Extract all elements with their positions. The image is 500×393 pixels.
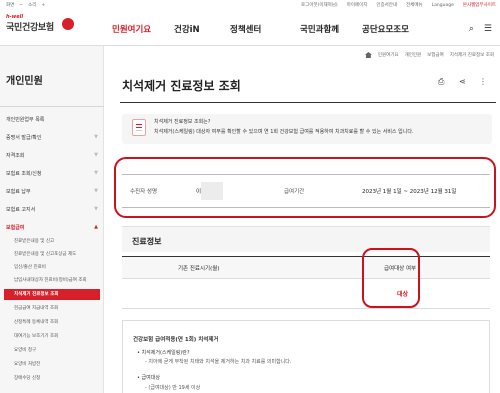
chevron-down-icon: ▼ [94,134,98,140]
table-header-row: 기존 진료시기(월) 급여대상 여부 [122,257,490,279]
column-header-period: 기존 진료시기(월) [178,266,220,272]
nav-item-together[interactable]: 국민과함께 [286,23,352,35]
utility-bar: 화면 − 소리 + 로그아웃(이재혁님) 마이페이지 인증서안내 전체메뉴 La… [0,0,500,10]
logo-mark-icon [62,18,74,30]
chevron-down-icon: ▼ [94,170,98,176]
treatment-table: 기존 진료시기(월) 급여대상 여부 대상 [122,256,490,309]
guide-box: 건강보험 급여적용(연 1회) 치석제거 • 치석제거(스케일링)란? - 치아… [122,320,490,393]
nav-item-civil[interactable]: 민원여기요 [112,23,164,35]
highlight-annotation [362,248,420,308]
sidebar-subitem[interactable]: 납입사내대상자 진료비(정비)급여 조회 [14,277,87,283]
font-size-label: 화면 [6,3,15,8]
info-heading: 치석제거 진료정보 조회는? [154,119,211,125]
nav-item-health-in[interactable]: 건강iN [164,23,220,35]
highlight-annotation [114,157,496,218]
site-link[interactable]: 본사웹업무사이트 [463,2,496,8]
sidebar-item-payment[interactable]: 보험료 납부 ▼ [6,188,98,195]
info-description: 치석제거(스케일링) 대상자 여부를 확인할 수 있으며 연 1회 건강보험 급… [154,129,414,135]
sidebar-item-benefit[interactable]: 보험급여 ▲ [6,224,98,231]
menu-icon[interactable]: ☰ [484,24,492,34]
sidebar-subitem[interactable]: 진료받은내용 및 신고포상금 제도 [14,251,76,257]
sidebar-subitem-active[interactable]: 치석제거 진료정보 조회 [4,289,100,300]
chevron-down-icon: ▼ [94,152,98,158]
breadcrumb-item[interactable]: 민원여기요 [378,52,399,58]
sidebar-subitem[interactable]: 대여기능 보조기기 조회 [14,333,58,339]
nav-item-policy[interactable]: 정책센터 [220,23,286,35]
sidebar-item-premium[interactable]: 보험료 조회/신청 ▼ [6,170,98,177]
more-menu-icon[interactable]: ⋮ [479,77,487,86]
breadcrumb-item[interactable]: 보험급여 [427,52,444,58]
info-box: 치석제거 진료정보 조회는? 치석제거(스케일링) 대상자 여부를 확인할 수 … [122,114,492,144]
sidebar-subitem[interactable]: 요양비 청구 [14,347,36,353]
guide-bullet: • 치석제거(스케일링)란? [137,350,190,356]
sidebar-title: 개인민원 [6,76,43,87]
font-increase-button[interactable]: + [41,3,45,8]
sidebar-subitem[interactable]: 임신/출산 진료비 [14,264,46,270]
page-title: 치석제거 진료정보 조회 [122,79,241,93]
logo-name: 국민건강보험 [6,23,54,33]
sidebar-item-bill[interactable]: 보험료 고지서 ▼ [6,206,98,213]
document-icon [132,119,146,136]
chevron-down-icon: ▼ [94,206,98,212]
all-menu-link[interactable]: 전체메뉴 [406,2,423,8]
sidebar-subitem[interactable]: 진료받은내용 및 신고 [14,238,54,244]
sidebar-subitem[interactable]: 현금급여 지급내역 조회 [14,305,58,311]
title-divider [120,102,496,103]
breadcrumb-item[interactable]: 개인민원 [405,52,422,58]
sidebar-divider [0,106,104,107]
section-header: 진료정보 [122,226,490,252]
breadcrumb: 민원여기요 개인민원 보험급여 치석제거 진료정보 조회 [364,52,494,58]
logout-link[interactable]: 로그아웃(이재혁님) [301,2,338,8]
mypage-link[interactable]: 마이페이지 [347,2,368,8]
home-icon[interactable] [364,52,372,58]
guide-description: - 치아에 굳게 부착된 치태와 치석을 제거하는 치과 치료를 의미합니다. [145,359,292,365]
sidebar: 개인민원 개인민원업무 목록 증명서 발급/확인 ▼ 자격조회 ▼ 보험료 조회/신… [0,46,104,393]
chevron-up-icon: ▲ [94,224,98,230]
sidebar-item-list[interactable]: 개인민원업무 목록 [6,116,98,123]
site-header: h-well 국민건강보험 민원여기요 건강iN 정책센터 국민과함께 공단요모… [0,10,500,46]
sidebar-item-eligibility[interactable]: 자격조회 ▼ [6,152,98,159]
share-icon[interactable]: ⋖ [459,77,466,86]
sidebar-subitem[interactable]: 산정특례 등록내역 조회 [14,319,58,325]
sidebar-item-certificate[interactable]: 증명서 발급/확인 ▼ [6,134,98,141]
font-size-value: 소리 [28,3,37,8]
nav-item-about[interactable]: 공단요모조모 [352,23,412,35]
main-nav: 민원여기요 건강iN 정책센터 국민과함께 공단요모조모 [112,23,412,35]
section-title: 진료정보 [132,237,162,246]
search-icon[interactable]: ⌕ [469,24,474,34]
breadcrumb-current: 치석제거 진료정보 조회 [449,53,494,58]
site-logo[interactable]: h-well 국민건강보험 [6,14,74,33]
guide-title: 건강보험 급여적용(연 1회) 치석제거 [133,337,219,343]
print-icon[interactable]: ⎙ [438,77,444,87]
sidebar-subitem[interactable]: 요양비 처방전 [14,361,40,367]
font-decrease-button[interactable]: − [19,3,23,8]
guide-bullet: • 급여대상 [137,375,160,381]
guide-description: - (급여대상) 만 19세 이상 [145,385,201,391]
table-row: 대상 [122,279,490,309]
language-select[interactable]: Language [432,3,454,8]
chevron-down-icon: ▼ [94,188,98,194]
cert-guide-link[interactable]: 인증서안내 [376,2,397,8]
sidebar-subitem[interactable]: 장애수당 신청 [14,375,40,381]
